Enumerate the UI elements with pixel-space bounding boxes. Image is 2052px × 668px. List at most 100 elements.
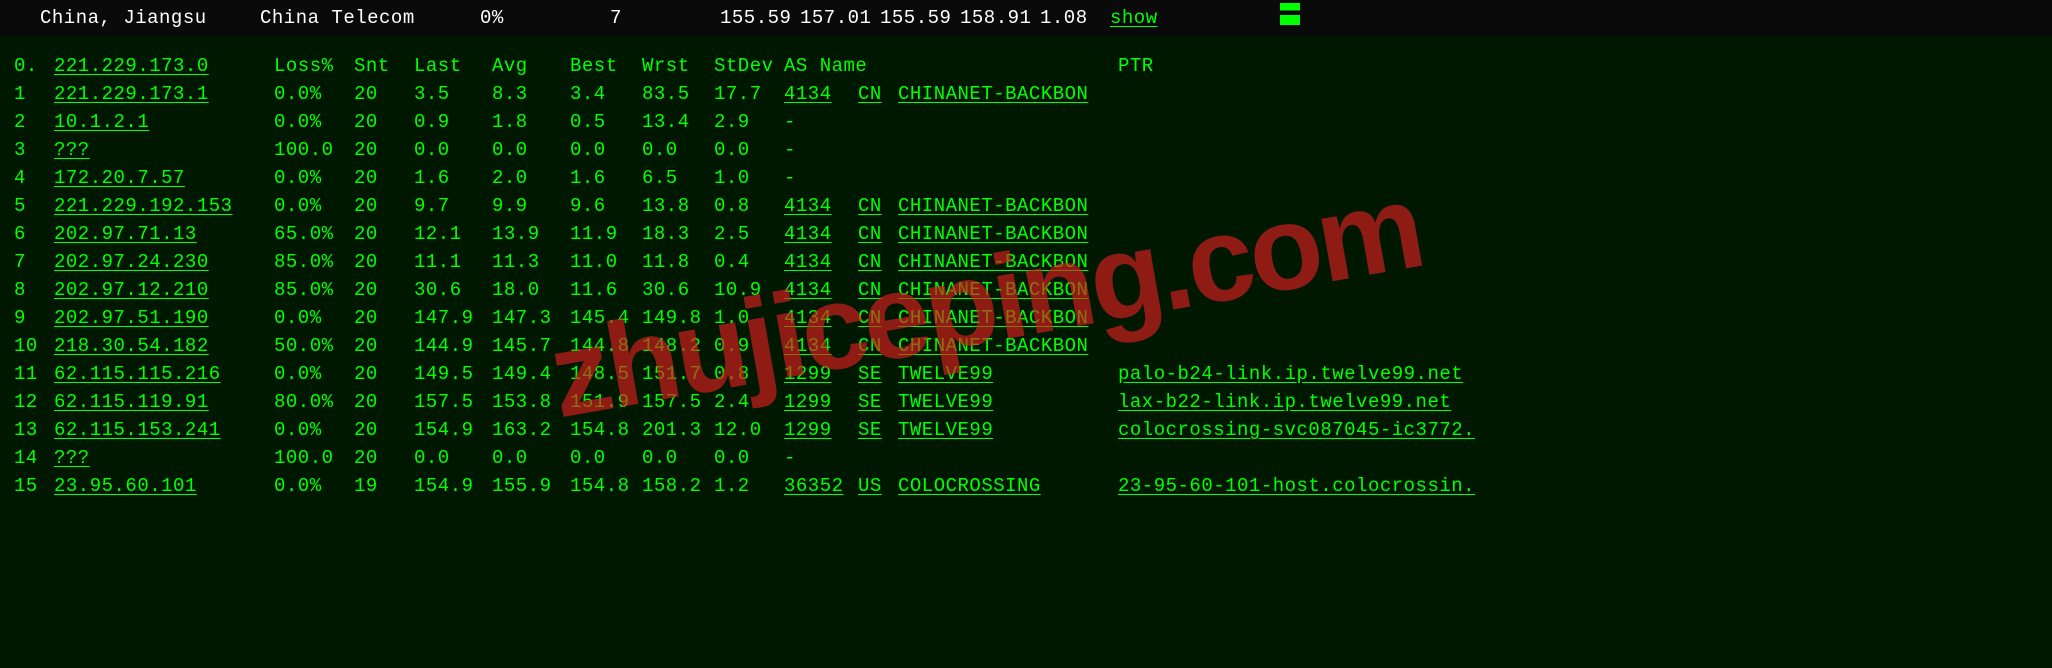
hop-ip[interactable]: 62.115.153.241 [54,416,274,444]
hop-best: 0.5 [570,108,642,136]
hop-as[interactable]: 1299 [784,388,858,416]
col-hop: 0. [14,52,54,80]
hop-ip[interactable]: 202.97.12.210 [54,276,274,304]
hop-last: 0.9 [414,108,492,136]
hop-cc[interactable]: CN [858,220,898,248]
hop-best: 154.8 [570,416,642,444]
hop-cc[interactable]: CN [858,80,898,108]
hop-avg: 149.4 [492,360,570,388]
hop-ip[interactable]: 221.229.173.1 [54,80,274,108]
hop-ip[interactable]: 23.95.60.101 [54,472,274,500]
hop-ptr[interactable]: colocrossing-svc087045-ic3772. [1118,416,2038,444]
hop-ip[interactable]: ??? [54,136,274,164]
show-link[interactable]: show [1110,4,1240,32]
hop-asname[interactable]: COLOCROSSING [898,472,1118,500]
hop-asname[interactable]: CHINANET-BACKBON [898,220,1118,248]
hop-ip[interactable]: 10.1.2.1 [54,108,274,136]
hop-last: 154.9 [414,416,492,444]
hop-ip[interactable]: ??? [54,444,274,472]
table-row: 14???100.0200.00.00.00.00.0- [14,444,2038,472]
table-row: 1523.95.60.1010.0%19154.9155.9154.8158.2… [14,472,2038,500]
hop-asname[interactable]: TWELVE99 [898,388,1118,416]
hop-snt: 20 [354,388,414,416]
hop-as[interactable]: 4134 [784,332,858,360]
hop-stdev: 17.7 [714,80,784,108]
hop-wrst: 0.0 [642,136,714,164]
hop-best: 154.8 [570,472,642,500]
col-ip: 221.229.173.0 [54,52,274,80]
hop-asname[interactable]: CHINANET-BACKBON [898,332,1118,360]
hop-avg: 153.8 [492,388,570,416]
hop-asname[interactable]: CHINANET-BACKBON [898,80,1118,108]
hop-last: 3.5 [414,80,492,108]
hop-as[interactable]: 4134 [784,248,858,276]
hop-stdev: 0.8 [714,360,784,388]
hop-as[interactable]: 4134 [784,80,858,108]
hop-ptr[interactable]: lax-b22-link.ip.twelve99.net [1118,388,2038,416]
hop-num: 11 [14,360,54,388]
hop-loss: 0.0% [274,360,354,388]
hop-cc[interactable]: US [858,472,898,500]
hop-ptr[interactable]: palo-b24-link.ip.twelve99.net [1118,360,2038,388]
hop-ip[interactable]: 218.30.54.182 [54,332,274,360]
hop-as[interactable]: 4134 [784,220,858,248]
hop-last: 149.5 [414,360,492,388]
hop-asname[interactable]: CHINANET-BACKBON [898,276,1118,304]
hop-stdev: 10.9 [714,276,784,304]
hop-avg: 2.0 [492,164,570,192]
hop-as[interactable]: 1299 [784,360,858,388]
hop-wrst: 151.7 [642,360,714,388]
hop-as[interactable]: 4134 [784,192,858,220]
hop-num: 14 [14,444,54,472]
hop-ip[interactable]: 172.20.7.57 [54,164,274,192]
table-row: 5221.229.192.1530.0%209.79.99.613.80.841… [14,192,2038,220]
status-indicator-icon [1280,3,1300,25]
hop-avg: 0.0 [492,444,570,472]
hop-asname[interactable]: TWELVE99 [898,416,1118,444]
hop-stdev: 0.4 [714,248,784,276]
hop-asname[interactable]: CHINANET-BACKBON [898,192,1118,220]
hop-cc[interactable]: SE [858,360,898,388]
hop-ip[interactable]: 202.97.24.230 [54,248,274,276]
hop-cc[interactable]: CN [858,304,898,332]
hop-asname[interactable]: CHINANET-BACKBON [898,304,1118,332]
hop-best: 148.5 [570,360,642,388]
col-avg: Avg [492,52,570,80]
hop-ip[interactable]: 62.115.115.216 [54,360,274,388]
hop-wrst: 157.5 [642,388,714,416]
hop-asname[interactable]: CHINANET-BACKBON [898,248,1118,276]
hop-best: 11.6 [570,276,642,304]
table-row: 7202.97.24.23085.0%2011.111.311.011.80.4… [14,248,2038,276]
hop-cc[interactable]: CN [858,192,898,220]
hop-last: 154.9 [414,472,492,500]
hop-num: 2 [14,108,54,136]
col-snt: Snt [354,52,414,80]
hop-ip[interactable]: 202.97.51.190 [54,304,274,332]
hop-best: 145.4 [570,304,642,332]
hop-as[interactable]: 4134 [784,276,858,304]
summary-snt: 7 [610,4,720,32]
hop-ip[interactable]: 202.97.71.13 [54,220,274,248]
hop-last: 0.0 [414,444,492,472]
hop-wrst: 0.0 [642,444,714,472]
hop-best: 9.6 [570,192,642,220]
hop-cc[interactable]: SE [858,416,898,444]
hop-cc[interactable]: CN [858,332,898,360]
hop-avg: 8.3 [492,80,570,108]
hop-loss: 80.0% [274,388,354,416]
hop-as[interactable]: 36352 [784,472,858,500]
hop-ip[interactable]: 62.115.119.91 [54,388,274,416]
hop-cc[interactable]: CN [858,276,898,304]
table-row: 1262.115.119.9180.0%20157.5153.8151.9157… [14,388,2038,416]
hop-as[interactable]: 1299 [784,416,858,444]
hop-stdev: 0.9 [714,332,784,360]
hop-ip[interactable]: 221.229.192.153 [54,192,274,220]
hop-loss: 50.0% [274,332,354,360]
hop-cc[interactable]: CN [858,248,898,276]
hop-snt: 20 [354,276,414,304]
hop-as[interactable]: 4134 [784,304,858,332]
hop-cc[interactable]: SE [858,388,898,416]
hop-asname[interactable]: TWELVE99 [898,360,1118,388]
hop-ptr[interactable]: 23-95-60-101-host.colocrossin. [1118,472,2038,500]
hop-loss: 0.0% [274,304,354,332]
